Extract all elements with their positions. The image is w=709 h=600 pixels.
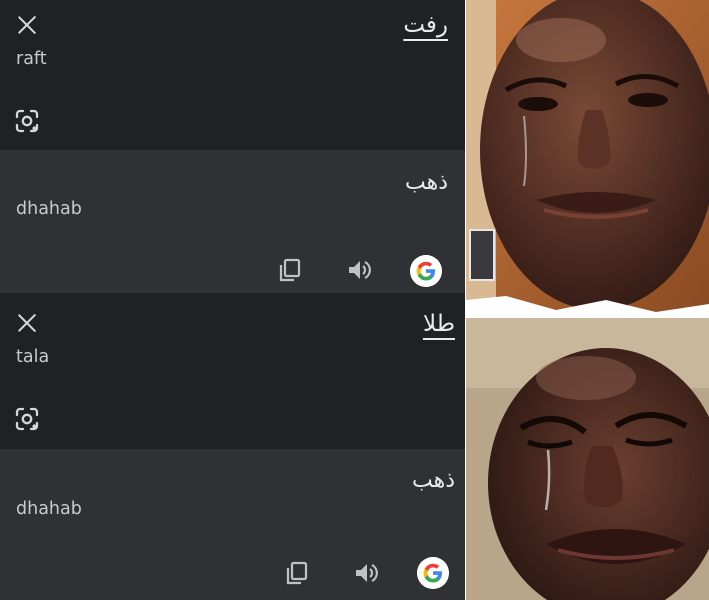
google-logo-icon[interactable] (410, 255, 442, 287)
top-source-transliteration: raft (16, 49, 47, 69)
bottom-source-text[interactable]: طلا (423, 311, 455, 337)
copy-icon[interactable] (276, 256, 304, 284)
top-target-transliteration: dhahab (16, 199, 82, 219)
bottom-source-transliteration: tala (16, 347, 50, 367)
bottom-input-pane: طلا tala (0, 293, 465, 449)
google-logo-icon[interactable] (417, 557, 449, 589)
camera-lens-icon[interactable] (14, 406, 40, 432)
bottom-target-transliteration: dhahab (16, 499, 82, 519)
speaker-icon[interactable] (352, 559, 380, 587)
close-icon[interactable] (16, 14, 38, 36)
bottom-output-pane: ذهب dhahab (0, 449, 465, 600)
camera-lens-icon[interactable] (14, 108, 40, 134)
top-source-text[interactable]: رفت (403, 12, 448, 38)
copy-icon[interactable] (283, 559, 311, 587)
top-input-pane: رفت raft (0, 0, 465, 150)
top-target-text: ذهب (404, 170, 448, 195)
speaker-icon[interactable] (345, 256, 373, 284)
crying-face-photo-bottom (466, 318, 709, 600)
close-icon[interactable] (16, 312, 38, 334)
crying-face-photo-top (466, 0, 709, 318)
bottom-target-text: ذهب (411, 468, 455, 493)
top-output-pane: ذهب dhahab (0, 150, 465, 293)
